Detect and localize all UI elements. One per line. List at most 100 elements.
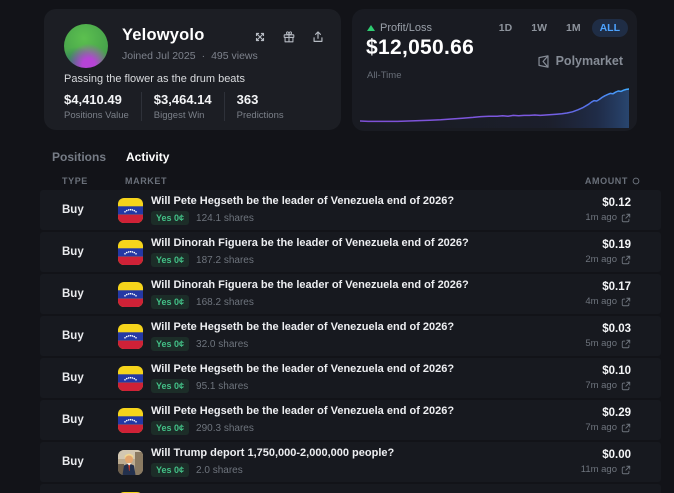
amount-cell: $0.19 2m ago — [585, 239, 631, 265]
trade-time[interactable]: 1m ago — [585, 212, 631, 223]
market-title[interactable]: Will Pete Hegseth be the leader of Venez… — [151, 405, 585, 418]
outcome-badge: Yes 0¢ — [151, 253, 189, 267]
market-title[interactable]: Will Trump deport 1,750,000-2,000,000 pe… — [151, 447, 581, 460]
activity-table-header: TYPE MARKET AMOUNT — [40, 176, 661, 186]
table-row[interactable]: Buy Will Dinorah Figuera be the leader o… — [40, 274, 661, 314]
amount-cell: $0.10 7m ago — [585, 365, 631, 391]
share-icon[interactable] — [311, 30, 325, 44]
profile-stat: 363 Predictions — [224, 92, 296, 121]
outcome-badge: Yes 0¢ — [151, 337, 189, 351]
amount-cell: $0.29 7m ago — [585, 407, 631, 433]
trade-time[interactable]: 5m ago — [585, 338, 631, 349]
trade-type: Buy — [62, 330, 118, 342]
amount-value: $0.29 — [585, 407, 631, 419]
outcome-badge: Yes 0¢ — [151, 379, 189, 393]
table-row[interactable]: Buy Will Pete Hegseth be the leader of V… — [40, 316, 661, 356]
trade-type: Buy — [62, 414, 118, 426]
external-link-icon[interactable] — [621, 423, 631, 433]
amount-cell: $0.12 1m ago — [585, 197, 631, 223]
trade-type: Buy — [62, 372, 118, 384]
time-label: 5m ago — [585, 338, 617, 349]
market-icon — [118, 282, 143, 307]
up-triangle-icon — [367, 25, 375, 31]
brand-label: Polymarket — [556, 54, 623, 68]
column-header-amount[interactable]: AMOUNT — [585, 176, 640, 186]
venezuela-flag-icon — [118, 282, 143, 307]
time-range-button[interactable]: 1M — [558, 19, 589, 37]
stat-value: $4,410.49 — [64, 92, 129, 107]
time-label: 7m ago — [585, 422, 617, 433]
amount-value: $0.03 — [585, 323, 631, 335]
market-cell: Will Pete Hegseth be the leader of Venez… — [151, 363, 585, 393]
time-range-button[interactable]: 1D — [491, 19, 520, 37]
column-header-type: TYPE — [62, 176, 125, 186]
venezuela-flag-icon — [118, 324, 143, 349]
market-subline: Yes 0¢ 2.0 shares — [151, 463, 581, 477]
time-label: 11m ago — [581, 464, 617, 475]
external-link-icon[interactable] — [621, 255, 631, 265]
stat-value: $3,464.14 — [154, 92, 212, 107]
polymarket-profile-page: Yelowyolo Joined Jul 2025 · 495 views — [0, 0, 674, 493]
shares-label: 2.0 shares — [196, 465, 243, 476]
venezuela-flag-icon — [118, 408, 143, 433]
outcome-badge: Yes 0¢ — [151, 421, 189, 435]
stat-label: Positions Value — [64, 110, 129, 121]
profile-stats: $4,410.49 Positions Value $3,464.14 Bigg… — [64, 92, 296, 121]
market-title[interactable]: Will Pete Hegseth be the leader of Venez… — [151, 363, 585, 376]
time-range-button[interactable]: 1W — [523, 19, 555, 37]
market-cell: Will Pete Hegseth be the leader of Venez… — [151, 195, 585, 225]
market-subline: Yes 0¢ 124.1 shares — [151, 211, 585, 225]
trade-time[interactable]: 7m ago — [585, 380, 631, 391]
time-label: 4m ago — [585, 296, 617, 307]
trade-time[interactable]: 4m ago — [585, 296, 631, 307]
shares-label: 168.2 shares — [196, 297, 254, 308]
tab[interactable]: Positions — [52, 150, 106, 164]
profit-loss-card: Profit/Loss 1D 1W 1M ALL $12,050.66 Poly… — [352, 9, 637, 131]
crossed-arrows-icon[interactable] — [253, 30, 267, 44]
market-icon — [118, 450, 143, 475]
market-icon — [118, 240, 143, 265]
table-row[interactable]: Buy Will Dinorah Figuera be the leader o… — [40, 232, 661, 272]
profile-stat: $3,464.14 Biggest Win — [141, 92, 224, 121]
trump-photo-icon — [118, 450, 143, 475]
market-title[interactable]: Will Pete Hegseth be the leader of Venez… — [151, 195, 585, 208]
market-title[interactable]: Will Dinorah Figuera be the leader of Ve… — [151, 279, 585, 292]
external-link-icon[interactable] — [621, 381, 631, 391]
avatar[interactable] — [64, 24, 108, 68]
table-row[interactable] — [40, 484, 661, 493]
gift-icon[interactable] — [282, 30, 296, 44]
outcome-badge: Yes 0¢ — [151, 463, 189, 477]
shares-label: 95.1 shares — [196, 381, 248, 392]
trade-time[interactable]: 2m ago — [585, 254, 631, 265]
external-link-icon[interactable] — [621, 297, 631, 307]
trade-time[interactable]: 11m ago — [581, 464, 631, 475]
table-row[interactable]: Buy Will Pete Hegseth be the leader of V… — [40, 358, 661, 398]
shares-label: 32.0 shares — [196, 339, 248, 350]
amount-cell: $0.00 11m ago — [581, 449, 631, 475]
amount-cell: $0.03 5m ago — [585, 323, 631, 349]
pl-area — [360, 89, 629, 128]
amount-value: $0.10 — [585, 365, 631, 377]
table-row[interactable]: Buy Will Pete Hegseth be the leader of V… — [40, 400, 661, 440]
external-link-icon[interactable] — [621, 339, 631, 349]
table-row[interactable]: Buy Will Trump deport 1,750,000-2,000,00… — [40, 442, 661, 482]
time-range-button[interactable]: ALL — [592, 19, 628, 37]
market-subline: Yes 0¢ 168.2 shares — [151, 295, 585, 309]
polymarket-logo-icon — [537, 55, 550, 68]
market-title[interactable]: Will Pete Hegseth be the leader of Venez… — [151, 321, 585, 334]
shares-label: 187.2 shares — [196, 255, 254, 266]
trade-time[interactable]: 7m ago — [585, 422, 631, 433]
table-row[interactable]: Buy Will Pete Hegseth be the leader of V… — [40, 190, 661, 230]
market-title[interactable]: Will Dinorah Figuera be the leader of Ve… — [151, 237, 585, 250]
pl-title-label: Profit/Loss — [380, 22, 432, 34]
profile-stat: $4,410.49 Positions Value — [64, 92, 141, 121]
profile-tabs: Positions Activity — [52, 150, 169, 164]
market-subline: Yes 0¢ 32.0 shares — [151, 337, 585, 351]
external-link-icon[interactable] — [621, 465, 631, 475]
tab[interactable]: Activity — [126, 150, 169, 164]
market-cell: Will Pete Hegseth be the leader of Venez… — [151, 405, 585, 435]
amount-value: $0.00 — [581, 449, 631, 461]
market-icon — [118, 408, 143, 433]
external-link-icon[interactable] — [621, 213, 631, 223]
polymarket-brand: Polymarket — [537, 54, 623, 68]
